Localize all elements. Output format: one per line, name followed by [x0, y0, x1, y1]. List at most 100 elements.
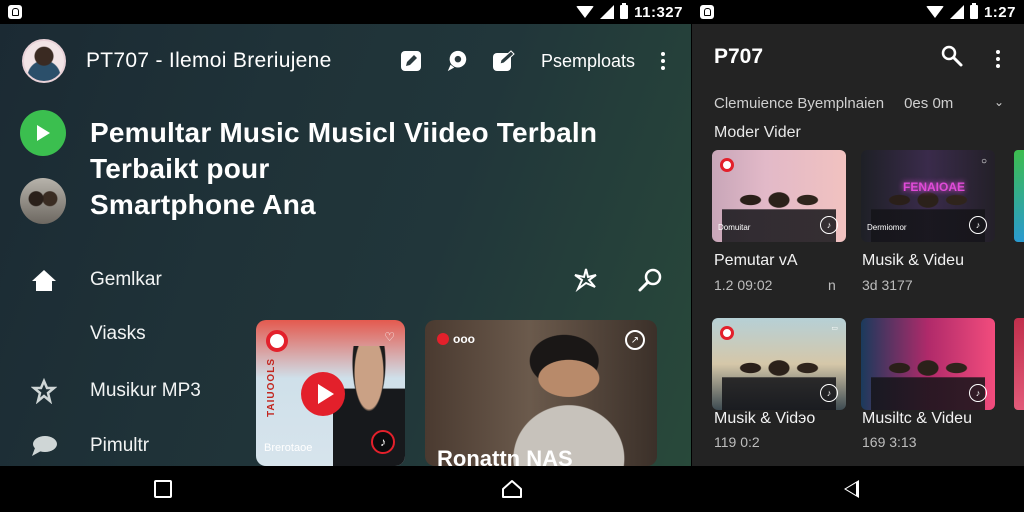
- headline-line-3: Smartphone Ana: [90, 189, 316, 220]
- templates-link[interactable]: Psemploats: [541, 51, 635, 72]
- compose-icon[interactable]: [491, 49, 515, 73]
- page-title: P707: [714, 45, 764, 68]
- headline-line-2: Terbaikt pour: [90, 153, 270, 184]
- left-panel: 11:327 PT707 - Ilemoi Breriujene Psemplo…: [0, 0, 691, 512]
- app-notification-icon: [700, 5, 714, 19]
- card-brand: ooo: [437, 332, 475, 346]
- nav-label: Viasks: [90, 323, 146, 344]
- card-caption: Brerotaoe: [264, 442, 313, 454]
- subtitle-time: 0es 0m: [904, 95, 954, 112]
- thumbnail-tag-icon: ▭: [831, 325, 838, 332]
- android-nav-bar: [0, 466, 691, 512]
- compass-icon[interactable]: ↗: [625, 330, 645, 350]
- video-title[interactable]: Musik & Vidэo: [714, 410, 815, 428]
- video-meta-extra: n: [828, 277, 836, 293]
- play-icon[interactable]: [301, 372, 345, 416]
- wifi-icon: [925, 6, 944, 18]
- top-actions: Psemploats: [399, 49, 669, 73]
- video-title[interactable]: Pemutar vA: [714, 252, 798, 270]
- nav-label: Gemlkar: [90, 269, 162, 290]
- music-note-icon[interactable]: ♪: [969, 384, 987, 402]
- neon-sign: FENAIOAE: [903, 180, 966, 194]
- chevron-down-icon[interactable]: ⌄: [994, 95, 1004, 112]
- status-bar: 11:327: [0, 0, 691, 24]
- channel-logo-icon: [266, 330, 288, 352]
- signal-icon: [600, 5, 615, 19]
- heart-icon[interactable]: ♡: [384, 330, 395, 344]
- thumbnail-caption: Domuitar: [718, 223, 751, 232]
- video-meta: 1.2 09:02: [714, 277, 773, 293]
- subtitle: Clemuience Byemplnaien: [714, 95, 885, 112]
- music-note-icon[interactable]: ♪: [820, 384, 838, 402]
- home-nav-icon[interactable]: [501, 479, 523, 499]
- section-label: Moder Vider: [714, 124, 801, 141]
- video-thumbnail-3[interactable]: ▭ ♪: [712, 318, 846, 410]
- video-thumbnail-2[interactable]: ○ FENAIOAE Dermiomor ♪: [861, 150, 995, 242]
- chat-icon[interactable]: ○: [981, 156, 987, 167]
- app-notification-icon: [8, 5, 22, 19]
- status-indicators: 1:27: [925, 3, 1016, 21]
- more-options-icon[interactable]: [992, 49, 1004, 68]
- thumbnail-people: [871, 350, 985, 410]
- search-icon[interactable]: [636, 266, 664, 294]
- video-card-1[interactable]: ♡ TAIUOOLS Brerotaoe ♪: [256, 320, 405, 466]
- next-thumbnail-peek[interactable]: [1014, 150, 1024, 242]
- sparkle-tool-icon[interactable]: [572, 266, 600, 294]
- video-meta: 169 3:13: [862, 434, 917, 450]
- brand-logo-icon: [437, 333, 449, 345]
- play-badge-icon[interactable]: [20, 110, 66, 156]
- video-title[interactable]: Musiltc & Videu: [862, 410, 972, 428]
- battery-icon: [969, 3, 978, 19]
- battery-icon: [620, 3, 629, 19]
- home-icon: [30, 266, 58, 294]
- recents-icon[interactable]: [154, 480, 172, 498]
- search-icon[interactable]: [940, 44, 964, 73]
- next-thumbnail-peek[interactable]: [1014, 318, 1024, 410]
- thumbnail-people: [722, 182, 836, 242]
- card-vertical-text: TAIUOOLS: [266, 358, 277, 417]
- more-options-icon[interactable]: [657, 52, 669, 70]
- page-title: PT707 - Ilemoi Breriujene: [86, 49, 332, 72]
- status-bar: 1:27: [692, 0, 1024, 24]
- group-avatar[interactable]: [20, 178, 66, 224]
- nav-item-player[interactable]: Pimultr: [30, 432, 149, 460]
- brand-label: ooo: [453, 332, 475, 346]
- thumbnail-people: [722, 350, 836, 410]
- music-note-icon[interactable]: ♪: [371, 430, 395, 454]
- channel-logo-icon: [720, 158, 734, 172]
- group-avatar-row: [20, 178, 66, 224]
- back-icon[interactable]: [844, 480, 859, 498]
- chat-icon: [30, 432, 58, 460]
- right-panel: 1:27 P707 Clemuience Byemplnaien 0es 0m …: [692, 0, 1024, 512]
- wifi-icon: [576, 6, 595, 18]
- nav-label: Pimultr: [90, 435, 150, 456]
- nav-label: Musikur MP3: [90, 380, 201, 401]
- status-time: 11:327: [634, 3, 683, 21]
- subtitle-row: Clemuience Byemplnaien 0es 0m ⌄: [714, 95, 1004, 112]
- music-note-icon[interactable]: ♪: [820, 216, 838, 234]
- signal-icon: [949, 5, 964, 19]
- chat-search-icon[interactable]: [445, 49, 469, 73]
- music-note-icon[interactable]: ♪: [969, 216, 987, 234]
- nav-item-music[interactable]: Musikur MP3: [30, 377, 201, 405]
- top-actions: [940, 44, 1004, 73]
- nav-item-home[interactable]: Gemlkar: [30, 266, 162, 294]
- video-meta: 3d 3177: [862, 277, 913, 293]
- status-indicators: 11:327: [576, 3, 683, 21]
- edit-icon[interactable]: [399, 49, 423, 73]
- thumbnail-caption: Dermiomor: [867, 223, 907, 232]
- android-nav-bar: [692, 466, 1024, 512]
- headline-line-1: Pemultar Music Musicl Viideo Terbaln: [90, 117, 598, 148]
- music-star-icon: [30, 377, 58, 405]
- video-title[interactable]: Musik & Videu: [862, 252, 964, 270]
- video-thumbnail-1[interactable]: Domuitar ♪: [712, 150, 846, 242]
- video-thumbnail-4[interactable]: ♪: [861, 318, 995, 410]
- feed-badge-row: [20, 110, 66, 156]
- video-card-2[interactable]: ooo ↗ Ronattn NAS: [425, 320, 657, 466]
- nav-item-videos[interactable]: Viasks: [30, 320, 146, 348]
- profile-avatar[interactable]: [22, 39, 66, 83]
- channel-logo-icon: [720, 326, 734, 340]
- status-time: 1:27: [983, 3, 1016, 21]
- card-thumbnail-person: [333, 346, 405, 466]
- top-app-bar: PT707 - Ilemoi Breriujene Psemploats: [0, 24, 691, 98]
